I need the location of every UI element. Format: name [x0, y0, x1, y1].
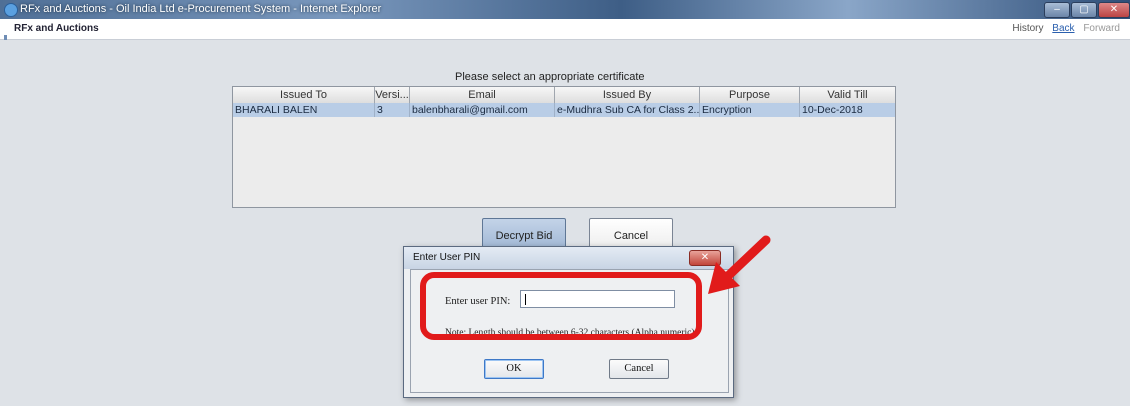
- column-valid-till[interactable]: Valid Till: [800, 87, 895, 103]
- column-issued-by[interactable]: Issued By: [555, 87, 700, 103]
- cell-version: 3: [375, 103, 410, 117]
- annotation-arrow-icon: [708, 235, 771, 294]
- app-title: RFx and Auctions: [14, 23, 99, 34]
- dialog-title: Enter User PIN: [413, 252, 481, 263]
- table-row[interactable]: BHARALI BALEN 3 balenbharali@gmail.com e…: [233, 103, 895, 117]
- certificate-prompt: Please select an appropriate certificate: [455, 71, 645, 83]
- forward-link[interactable]: Forward: [1083, 23, 1120, 34]
- cell-email: balenbharali@gmail.com: [410, 103, 555, 117]
- column-email[interactable]: Email: [410, 87, 555, 103]
- certificate-table-header: Issued To Versi... Email Issued By Purpo…: [233, 87, 895, 104]
- column-version[interactable]: Versi...: [375, 87, 410, 103]
- back-link[interactable]: Back: [1052, 23, 1074, 34]
- minimize-button[interactable]: –: [1044, 2, 1070, 18]
- annotation-highlight-box: [420, 272, 702, 340]
- cell-purpose: Encryption: [700, 103, 800, 117]
- dialog-cancel-button[interactable]: Cancel: [609, 359, 669, 379]
- window-title: RFx and Auctions - Oil India Ltd e-Procu…: [20, 3, 382, 15]
- cell-issued-by: e-Mudhra Sub CA for Class 2...: [557, 103, 700, 117]
- close-window-button[interactable]: ✕: [1098, 2, 1130, 18]
- cell-issued-to: BHARALI BALEN: [233, 103, 375, 117]
- history-nav: History Back Forward: [1006, 23, 1120, 34]
- internet-explorer-icon: [4, 3, 18, 17]
- certificate-table: Issued To Versi... Email Issued By Purpo…: [232, 86, 896, 208]
- dialog-titlebar: Enter User PIN ✕: [404, 247, 733, 269]
- maximize-button[interactable]: ▢: [1071, 2, 1097, 18]
- history-link[interactable]: History: [1012, 23, 1043, 34]
- window-titlebar: RFx and Auctions - Oil India Ltd e-Procu…: [0, 0, 1130, 19]
- cell-valid-till: 10-Dec-2018: [802, 104, 863, 116]
- ok-button[interactable]: OK: [484, 359, 544, 379]
- app-header: RFx and Auctions History Back Forward: [0, 19, 1130, 47]
- column-purpose[interactable]: Purpose: [700, 87, 800, 103]
- column-issued-to[interactable]: Issued To: [233, 87, 375, 103]
